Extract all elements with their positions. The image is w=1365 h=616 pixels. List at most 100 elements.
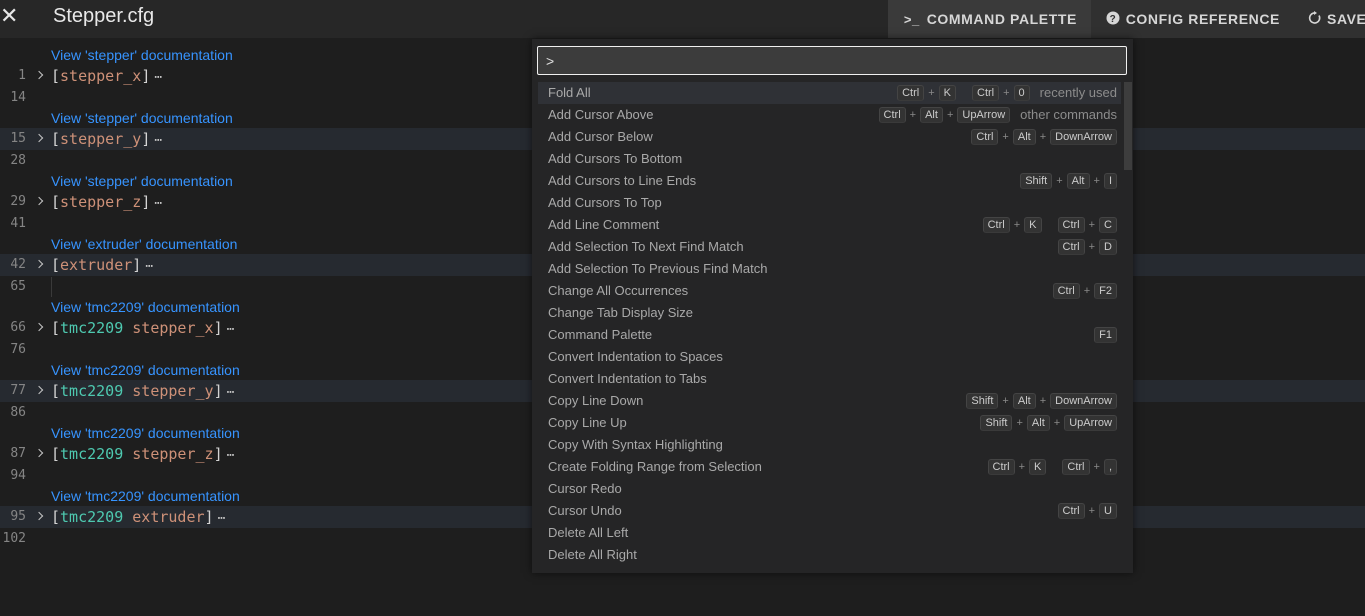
key-cap: Shift — [980, 415, 1013, 431]
section-prefix: tmc2209 — [60, 445, 124, 463]
command-label: Add Cursors To Bottom — [548, 151, 683, 166]
section-name: stepper_z — [60, 193, 142, 211]
codelens-link[interactable]: View 'stepper' documentation — [51, 172, 233, 190]
command-item[interactable]: Add Line Comment Ctrl + K Ctrl + C — [538, 214, 1121, 236]
key-cap: Ctrl — [1062, 459, 1090, 475]
bracket-open: [ — [51, 382, 61, 400]
key-cap: K — [1024, 217, 1042, 233]
command-item[interactable]: Convert Indentation to Spaces — [538, 346, 1121, 368]
folded-ellipsis-icon[interactable]: ⋯ — [154, 196, 162, 211]
close-icon[interactable]: ✕ — [0, 0, 18, 32]
help-circle-icon: ? — [1105, 11, 1121, 28]
command-label: Change Tab Display Size — [548, 305, 694, 320]
key-cap: Ctrl — [972, 85, 1000, 101]
command-label: Add Line Comment — [548, 217, 660, 232]
command-label: Delete All Left — [548, 525, 629, 540]
command-list-scrollbar[interactable] — [1124, 82, 1132, 170]
config-reference-button[interactable]: ? CONFIG REFERENCE — [1091, 0, 1294, 38]
command-item[interactable]: Change All Occurrences Ctrl + F2 — [538, 280, 1121, 302]
folded-ellipsis-icon[interactable]: ⋯ — [218, 511, 226, 526]
bracket-open: [ — [51, 319, 61, 337]
key-cap: 0 — [1013, 85, 1030, 101]
line-number: 95 — [10, 509, 26, 524]
command-label: Change All Occurrences — [548, 283, 689, 298]
command-label: Fold All — [548, 85, 591, 100]
command-item[interactable]: Add Cursors to Line Ends Shift + Alt + I — [538, 170, 1121, 192]
key-cap: Ctrl — [1052, 283, 1080, 299]
key-cap: Ctrl — [878, 107, 906, 123]
line-number: 86 — [10, 405, 26, 420]
command-palette-input[interactable] — [537, 46, 1127, 75]
command-item[interactable]: Copy Line Up Shift + Alt + UpArrow — [538, 412, 1121, 434]
command-label: Add Cursors To Top — [548, 195, 662, 210]
section-header: [stepper_y] ⋯ — [51, 128, 162, 152]
command-item[interactable]: Copy With Syntax Highlighting — [538, 434, 1121, 456]
chevron-right-icon[interactable] — [34, 510, 46, 524]
command-item[interactable]: Cursor Undo Ctrl + U — [538, 500, 1121, 522]
line-number: 76 — [10, 342, 26, 357]
command-item[interactable]: Add Cursors To Top — [538, 192, 1121, 214]
codelens-link[interactable]: View 'stepper' documentation — [51, 46, 233, 64]
chevron-right-icon[interactable] — [34, 321, 46, 335]
key-cap: D — [1099, 239, 1117, 255]
command-item[interactable]: Change Tab Display Size — [538, 302, 1121, 324]
command-item[interactable]: Add Cursor Below Ctrl + Alt + DownArrow — [538, 126, 1121, 148]
section-name: extruder — [132, 508, 205, 526]
key-cap: Ctrl — [971, 129, 999, 145]
chevron-right-icon[interactable] — [34, 384, 46, 398]
command-item[interactable]: Convert Indentation to Tabs — [538, 368, 1121, 390]
codelens-link[interactable]: View 'extruder' documentation — [51, 235, 237, 253]
command-item[interactable]: Add Selection To Next Find Match Ctrl + D — [538, 236, 1121, 258]
keybinding: Ctrl + K Ctrl +0 recently used — [897, 82, 1117, 104]
bracket-close: ] — [141, 67, 151, 85]
codelens-link[interactable]: View 'tmc2209' documentation — [51, 424, 240, 442]
command-item[interactable]: Fold All Ctrl + K Ctrl +0 recently used — [538, 82, 1121, 104]
command-label: Add Cursor Above — [548, 107, 654, 122]
command-group-note: recently used — [1039, 85, 1117, 100]
section-name: stepper_z — [132, 445, 214, 463]
save-button[interactable]: SAVE — [1294, 0, 1365, 38]
codelens-link[interactable]: View 'stepper' documentation — [51, 109, 233, 127]
section-header: [tmc2209 stepper_z] ⋯ — [51, 443, 234, 467]
command-palette-button[interactable]: >_ COMMAND PALETTE — [888, 0, 1091, 38]
folded-ellipsis-icon[interactable]: ⋯ — [154, 133, 162, 148]
file-title: Stepper.cfg — [53, 5, 155, 27]
section-header: [stepper_z] ⋯ — [51, 191, 162, 215]
chevron-right-icon[interactable] — [34, 447, 46, 461]
bracket-open: [ — [51, 256, 61, 274]
bracket-open: [ — [51, 193, 61, 211]
folded-ellipsis-icon[interactable]: ⋯ — [227, 385, 235, 400]
command-item[interactable]: Copy Line Down Shift + Alt + DownArrow — [538, 390, 1121, 412]
folded-ellipsis-icon[interactable]: ⋯ — [145, 259, 153, 274]
chevron-right-icon[interactable] — [34, 132, 46, 146]
key-cap: Ctrl — [987, 459, 1015, 475]
command-item[interactable]: Create Folding Range from Selection Ctrl +… — [538, 456, 1121, 478]
command-item[interactable]: Add Cursor Above Ctrl + Alt + UpArrow other co… — [538, 104, 1121, 126]
line-number: 29 — [10, 194, 26, 209]
command-label: Copy With Syntax Highlighting — [548, 437, 723, 452]
command-label: Add Selection To Next Find Match — [548, 239, 744, 254]
chevron-right-icon[interactable] — [34, 69, 46, 83]
command-item[interactable]: Add Cursors To Bottom — [538, 148, 1121, 170]
command-item[interactable]: Command Palette F1 — [538, 324, 1121, 346]
key-cap: Shift — [1020, 173, 1053, 189]
codelens-link[interactable]: View 'tmc2209' documentation — [51, 361, 240, 379]
codelens-link[interactable]: View 'tmc2209' documentation — [51, 298, 240, 316]
folded-ellipsis-icon[interactable]: ⋯ — [227, 322, 235, 337]
key-cap: U — [1099, 503, 1117, 519]
command-item[interactable]: Delete All Left — [538, 522, 1121, 544]
folded-ellipsis-icon[interactable]: ⋯ — [154, 70, 162, 85]
section-header: [tmc2209 extruder] ⋯ — [51, 506, 225, 530]
codelens-link[interactable]: View 'tmc2209' documentation — [51, 487, 240, 505]
chevron-right-icon[interactable] — [34, 195, 46, 209]
command-item[interactable]: Add Selection To Previous Find Match — [538, 258, 1121, 280]
text-cursor — [51, 277, 52, 297]
folded-ellipsis-icon[interactable]: ⋯ — [227, 448, 235, 463]
command-label: Copy Line Up — [548, 415, 627, 430]
section-prefix: tmc2209 — [60, 382, 124, 400]
chevron-right-icon[interactable] — [34, 258, 46, 272]
command-item[interactable]: Delete All Right — [538, 544, 1121, 566]
command-list: Fold All Ctrl + K Ctrl +0 recently used Add Cur… — [538, 82, 1121, 572]
key-cap: Alt — [920, 107, 943, 123]
command-item[interactable]: Cursor Redo — [538, 478, 1121, 500]
